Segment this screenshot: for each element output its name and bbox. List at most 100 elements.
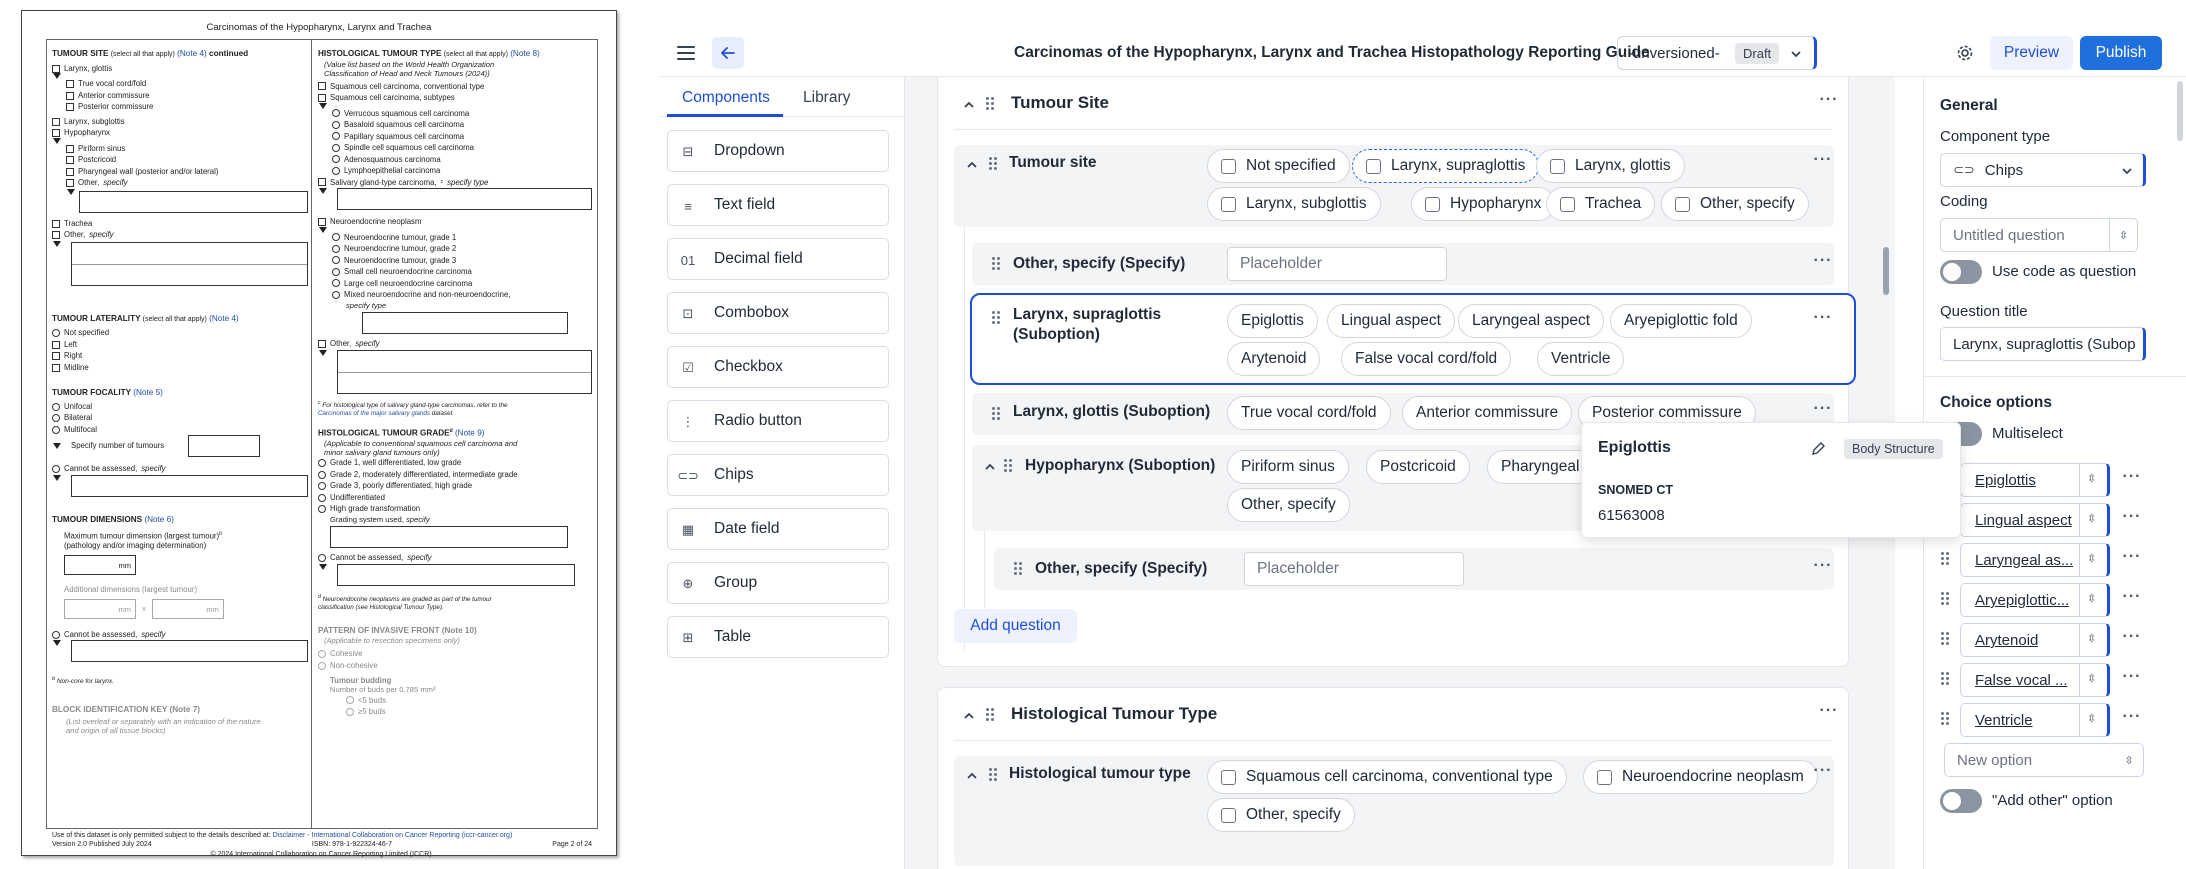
placeholder-input[interactable]: Placeholder <box>1244 552 1464 586</box>
chip-arytenoid[interactable]: Arytenoid <box>1227 342 1321 376</box>
chevron-up-icon[interactable] <box>963 99 975 111</box>
more-options-icon[interactable]: ··· <box>1819 92 1839 113</box>
chip-aryepiglottic-fold[interactable]: Aryepiglottic fold <box>1610 304 1752 338</box>
component-checkbox[interactable]: ☑ Checkbox <box>667 346 889 388</box>
drag-handle-icon[interactable] <box>989 768 999 782</box>
choice-option[interactable]: Ventricle ⇳ <box>1960 703 2110 737</box>
question-histological-type[interactable]: Histological tumour type Squamous cell c… <box>954 756 1834 866</box>
chip-scc-conventional[interactable]: Squamous cell carcinoma, conventional ty… <box>1207 760 1567 794</box>
drag-handle-icon[interactable] <box>1941 592 1951 606</box>
use-code-toggle[interactable] <box>1940 260 1982 284</box>
drag-handle-icon[interactable] <box>992 407 1002 421</box>
more-options-icon[interactable]: ··· <box>2122 589 2142 610</box>
choice-option[interactable]: Arytenoid ⇳ <box>1960 623 2110 657</box>
drag-handle-icon[interactable] <box>992 257 1002 271</box>
chip-anterior-commissure[interactable]: Anterior commissure <box>1402 396 1573 430</box>
choice-option[interactable]: Laryngeal as... ⇳ <box>1960 543 2110 577</box>
more-options-icon[interactable]: ··· <box>1813 558 1833 579</box>
preview-button[interactable]: Preview <box>1990 36 2073 70</box>
more-options-icon[interactable]: ··· <box>2122 509 2142 530</box>
stepper-icon[interactable]: ⇳ <box>2115 744 2143 776</box>
drag-handle-icon[interactable] <box>992 311 1002 325</box>
chevron-up-icon[interactable] <box>984 461 996 473</box>
chip-other-specify[interactable]: Other, specify <box>1661 187 1809 221</box>
chip-larynx-subglottis[interactable]: Larynx, subglottis <box>1207 187 1381 221</box>
add-other-toggle[interactable] <box>1940 789 1982 813</box>
question-hypo-other-specify[interactable]: Other, specify (Specify) Placeholder ··· <box>994 548 1834 590</box>
choice-option[interactable]: Lingual aspect ⇳ <box>1960 503 2110 537</box>
choice-option[interactable]: Epiglottis ⇳ <box>1960 463 2110 497</box>
component-date-field[interactable]: ▦ Date field <box>667 508 889 550</box>
pencil-icon[interactable] <box>1810 441 1826 462</box>
component-chips[interactable]: ⊂⊃ Chips <box>667 454 889 496</box>
choice-option[interactable]: Aryepiglottic... ⇳ <box>1960 583 2110 617</box>
gear-icon[interactable] <box>1953 41 1977 65</box>
question-title-input[interactable]: Larynx, supraglottis (Subop <box>1940 327 2146 361</box>
tab-library[interactable]: Library <box>803 89 850 107</box>
more-options-icon[interactable]: ··· <box>1813 152 1833 173</box>
chip-larynx-glottis[interactable]: Larynx, glottis <box>1536 149 1685 183</box>
question-larynx-supraglottis-selected[interactable]: Larynx, supraglottis (Suboption) Epiglott… <box>970 293 1856 385</box>
chip-not-specified[interactable]: Not specified <box>1207 149 1350 183</box>
question-other-specify[interactable]: Other, specify (Specify) Placeholder ··· <box>972 243 1834 285</box>
chip-piriform-sinus[interactable]: Piriform sinus <box>1227 450 1349 484</box>
new-option-input[interactable]: New option ⇳ <box>1944 743 2144 777</box>
more-options-icon[interactable]: ··· <box>1813 763 1833 784</box>
component-radio-button[interactable]: ⋮ Radio button <box>667 400 889 442</box>
component-dropdown[interactable]: ⊟ Dropdown <box>667 130 889 172</box>
more-options-icon[interactable]: ··· <box>2122 629 2142 650</box>
more-options-icon[interactable]: ··· <box>1813 401 1833 422</box>
chip-lingual-aspect[interactable]: Lingual aspect <box>1327 304 1455 338</box>
chip-postcricoid[interactable]: Postcricoid <box>1366 450 1470 484</box>
chip-larynx-supraglottis[interactable]: Larynx, supraglottis <box>1352 149 1540 183</box>
publish-button[interactable]: Publish <box>2080 36 2162 70</box>
chip-epiglottis[interactable]: Epiglottis <box>1227 304 1318 338</box>
chip-laryngeal-aspect[interactable]: Laryngeal aspect <box>1458 304 1605 338</box>
chevron-up-icon[interactable] <box>963 710 975 722</box>
drag-handle-icon[interactable] <box>986 97 996 111</box>
drag-handle-icon[interactable] <box>1014 562 1024 576</box>
chip-false-vocal-cord[interactable]: False vocal cord/fold <box>1341 342 1512 376</box>
canvas-scrollbar[interactable] <box>1883 247 1889 295</box>
coding-input[interactable]: Untitled question ⇳ <box>1940 218 2138 252</box>
component-combobox[interactable]: ⊡ Combobox <box>667 292 889 334</box>
version-select[interactable]: -unversioned- Draft <box>1617 36 1817 70</box>
more-options-icon[interactable]: ··· <box>1819 703 1839 724</box>
component-text-field[interactable]: ≡ Text field <box>667 184 889 226</box>
more-options-icon[interactable]: ··· <box>2122 669 2142 690</box>
question-tumour-site[interactable]: Tumour site Not specified Larynx, suprag… <box>954 145 1834 227</box>
tab-components[interactable]: Components <box>682 89 770 107</box>
chevron-up-icon[interactable] <box>966 159 978 171</box>
drag-handle-icon[interactable] <box>1941 632 1951 646</box>
chip-hypo-other-specify[interactable]: Other, specify <box>1227 488 1350 522</box>
choice-option[interactable]: False vocal ... ⇳ <box>1960 663 2110 697</box>
more-options-icon[interactable]: ··· <box>2122 469 2142 490</box>
chip-neuroendocrine[interactable]: Neuroendocrine neoplasm <box>1583 760 1818 794</box>
component-table[interactable]: ⊞ Table <box>667 616 889 658</box>
component-type-select[interactable]: ⊂⊃ Chips <box>1940 153 2146 187</box>
component-decimal-field[interactable]: 01 Decimal field <box>667 238 889 280</box>
drag-handle-icon[interactable] <box>1941 672 1951 686</box>
back-arrow-icon[interactable] <box>712 37 744 69</box>
add-question-button[interactable]: Add question <box>954 609 1077 643</box>
more-options-icon[interactable]: ··· <box>2122 709 2142 730</box>
chip-hist-other-specify[interactable]: Other, specify <box>1207 798 1355 832</box>
drag-handle-icon[interactable] <box>1941 712 1951 726</box>
component-group[interactable]: ⊕ Group <box>667 562 889 604</box>
drag-handle-icon[interactable] <box>989 157 999 171</box>
more-options-icon[interactable]: ··· <box>1813 310 1833 331</box>
hamburger-menu-icon[interactable] <box>675 43 697 63</box>
chip-hypopharynx[interactable]: Hypopharynx <box>1411 187 1556 221</box>
chip-trachea[interactable]: Trachea <box>1546 187 1656 221</box>
more-options-icon[interactable]: ··· <box>2122 549 2142 570</box>
chip-true-vocal-cord[interactable]: True vocal cord/fold <box>1227 396 1391 430</box>
drag-handle-icon[interactable] <box>1941 552 1951 566</box>
properties-scrollbar[interactable] <box>2177 81 2183 141</box>
drag-handle-icon[interactable] <box>986 708 996 722</box>
chevron-up-icon[interactable] <box>966 770 978 782</box>
stepper-icon[interactable]: ⇳ <box>2109 219 2137 251</box>
chip-ventricle[interactable]: Ventricle <box>1537 342 1625 376</box>
placeholder-input[interactable]: Placeholder <box>1227 247 1447 281</box>
more-options-icon[interactable]: ··· <box>1813 253 1833 274</box>
drag-handle-icon[interactable] <box>1004 459 1014 473</box>
